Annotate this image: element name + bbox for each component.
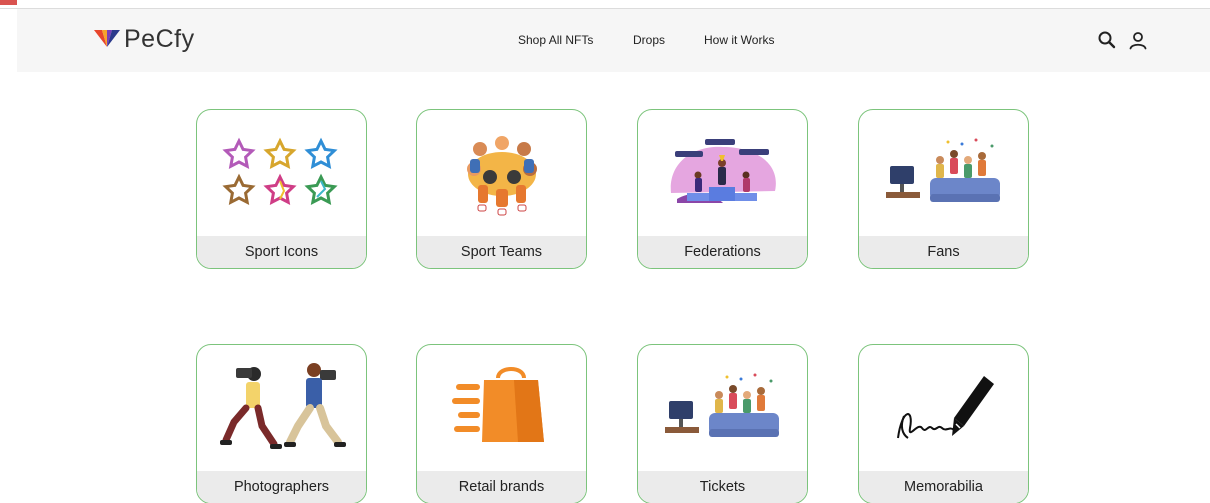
card-label: Fans bbox=[927, 244, 960, 260]
podium-illustration bbox=[638, 110, 807, 236]
card-label: Retail brands bbox=[458, 479, 545, 495]
card-label-bar: Memorabilia bbox=[859, 471, 1028, 503]
category-card-retail-brands[interactable]: Retail brands bbox=[416, 344, 587, 503]
category-card-tickets[interactable]: Tickets bbox=[637, 344, 808, 503]
card-label: Tickets bbox=[699, 479, 746, 495]
main-nav: Shop All NFTs Drops How it Works bbox=[17, 33, 1210, 49]
card-label-bar: Photographers bbox=[197, 471, 366, 503]
category-card-photographers[interactable]: Photographers bbox=[196, 344, 367, 503]
corner-marker bbox=[0, 0, 17, 5]
search-icon[interactable] bbox=[1096, 29, 1118, 51]
category-card-federations[interactable]: Federations bbox=[637, 109, 808, 269]
fans-sofa-illustration bbox=[638, 345, 807, 471]
nav-shop-all-nfts[interactable]: Shop All NFTs bbox=[518, 33, 593, 47]
card-label-bar: Retail brands bbox=[417, 471, 586, 503]
card-label-bar: Sport Icons bbox=[197, 236, 366, 268]
nav-how-it-works[interactable]: How it Works bbox=[704, 33, 774, 47]
card-label: Photographers bbox=[233, 479, 330, 495]
photographers-illustration bbox=[197, 345, 366, 471]
card-label: Memorabilia bbox=[904, 479, 983, 495]
category-card-fans[interactable]: Fans bbox=[858, 109, 1029, 269]
card-label-bar: Federations bbox=[638, 236, 807, 268]
category-card-sport-teams[interactable]: Sport Teams bbox=[416, 109, 587, 269]
stars-illustration bbox=[197, 110, 366, 236]
fans-sofa-illustration bbox=[859, 110, 1028, 236]
card-label-bar: Sport Teams bbox=[417, 236, 586, 268]
card-label-bar: Tickets bbox=[638, 471, 807, 503]
card-label: Federations bbox=[684, 244, 761, 260]
card-label: Sport Icons bbox=[244, 244, 319, 260]
shopping-bag-illustration bbox=[417, 345, 586, 471]
category-card-memorabilia[interactable]: Memorabilia bbox=[858, 344, 1029, 503]
user-icon[interactable] bbox=[1127, 29, 1149, 51]
nav-drops[interactable]: Drops bbox=[633, 33, 665, 47]
navbar: PeCfy Shop All NFTs Drops How it Works bbox=[17, 9, 1210, 72]
team-huddle-illustration bbox=[417, 110, 586, 236]
card-label-bar: Fans bbox=[859, 236, 1028, 268]
category-card-sport-icons[interactable]: Sport Icons bbox=[196, 109, 367, 269]
pen-signature-illustration bbox=[859, 345, 1028, 471]
card-label: Sport Teams bbox=[460, 244, 543, 260]
